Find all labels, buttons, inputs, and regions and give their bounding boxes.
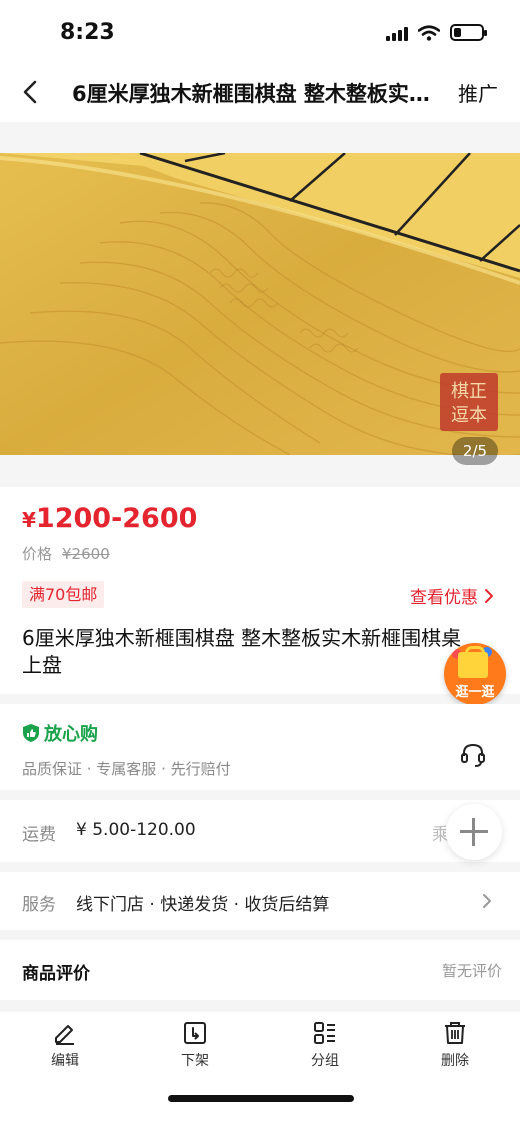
page-title: 6厘米厚独木新榧围棋盘 整木整板实木新榧围棋桌上盘 <box>72 82 440 106</box>
battery-icon <box>450 24 487 41</box>
browse-shop-label: 逛一逛 <box>455 685 495 700</box>
chevron-right-icon <box>483 894 491 908</box>
group-icon <box>314 1022 335 1044</box>
image-page-indicator: 2/5 <box>452 437 498 465</box>
service-row[interactable]: 服务 线下门店 · 快递发货 · 收货后结算 <box>0 872 520 930</box>
price-currency: ¥ <box>22 508 36 532</box>
reviews-title: 商品评价 <box>22 964 90 984</box>
signal-icon <box>386 25 408 41</box>
freight-row: 运费 ¥ 5.00-120.00 乘 <box>0 800 520 862</box>
product-image-carousel[interactable]: 棋正 逗本 <box>0 153 520 455</box>
customer-service-icon[interactable] <box>458 740 488 770</box>
bottom-toolbar: 编辑 下架 分组 删除 <box>0 1012 520 1125</box>
home-indicator <box>168 1095 354 1102</box>
view-promotions-link[interactable]: 查看优惠 <box>410 583 494 608</box>
edit-icon <box>55 1025 74 1045</box>
add-float-button[interactable] <box>446 804 502 860</box>
group-button[interactable]: 分组 <box>285 1020 365 1070</box>
assurance-title: 放心购 <box>22 720 98 746</box>
view-promotions-label: 查看优惠 <box>410 588 478 608</box>
product-title: 6厘米厚独木新榧围棋盘 整木整板实木新榧围棋桌上盘 <box>22 626 462 677</box>
freight-label: 运费 <box>22 825 56 845</box>
shield-thumb-icon <box>23 724 39 742</box>
price: ¥1200-2600 <box>22 503 197 534</box>
edit-label: 编辑 <box>51 1053 79 1069</box>
delete-label: 删除 <box>441 1053 469 1069</box>
group-label: 分组 <box>311 1053 339 1069</box>
nav-bar: 6厘米厚独木新榧围棋盘 整木整板实木新榧围棋桌上盘 推广 <box>0 64 520 122</box>
chevron-right-icon <box>485 588 493 603</box>
freight-value: ¥ 5.00-120.00 <box>76 820 196 840</box>
svg-text:棋正: 棋正 <box>451 381 487 402</box>
edit-button[interactable]: 编辑 <box>25 1020 105 1070</box>
price-card: ¥1200-2600 价格 ¥2600 满70包邮 查看优惠 6厘米厚独木新榧围棋… <box>0 487 520 694</box>
assurance-title-label: 放心购 <box>44 724 98 745</box>
seal-stamp: 棋正 逗本 <box>440 373 498 431</box>
reviews-empty-text: 暂无评价 <box>441 962 502 980</box>
original-price-label: 价格 <box>22 545 53 563</box>
delist-icon <box>184 1022 206 1044</box>
back-icon[interactable] <box>18 78 46 106</box>
shopping-bag-icon <box>458 646 488 678</box>
svg-text:逗本: 逗本 <box>451 405 487 426</box>
assurance-card: 放心购 品质保证 · 专属客服 · 先行赔付 <box>0 704 520 790</box>
price-range: 1200-2600 <box>35 503 198 534</box>
delete-button[interactable]: 删除 <box>415 1020 495 1070</box>
status-icons <box>386 24 487 41</box>
delist-label: 下架 <box>181 1053 209 1069</box>
reviews-row[interactable]: 商品评价 暂无评价 <box>0 940 520 1000</box>
status-time: 8:23 <box>60 20 115 45</box>
status-bar: 8:23 <box>0 0 520 64</box>
delist-button[interactable]: 下架 <box>155 1020 235 1070</box>
service-label: 服务 <box>22 895 56 915</box>
assurance-subtitle: 品质保证 · 专属客服 · 先行赔付 <box>22 760 231 778</box>
free-shipping-badge: 满70包邮 <box>22 581 105 608</box>
wifi-icon <box>418 24 440 41</box>
browse-shop-float-button[interactable]: 逛一逛 <box>444 643 506 705</box>
original-price: 价格 ¥2600 <box>22 543 110 564</box>
product-image: 棋正 逗本 <box>0 153 520 455</box>
delete-icon <box>445 1022 465 1044</box>
original-price-value: ¥2600 <box>62 545 110 563</box>
service-value: 线下门店 · 快递发货 · 收货后结算 <box>76 895 330 915</box>
promote-button[interactable]: 推广 <box>458 78 498 107</box>
